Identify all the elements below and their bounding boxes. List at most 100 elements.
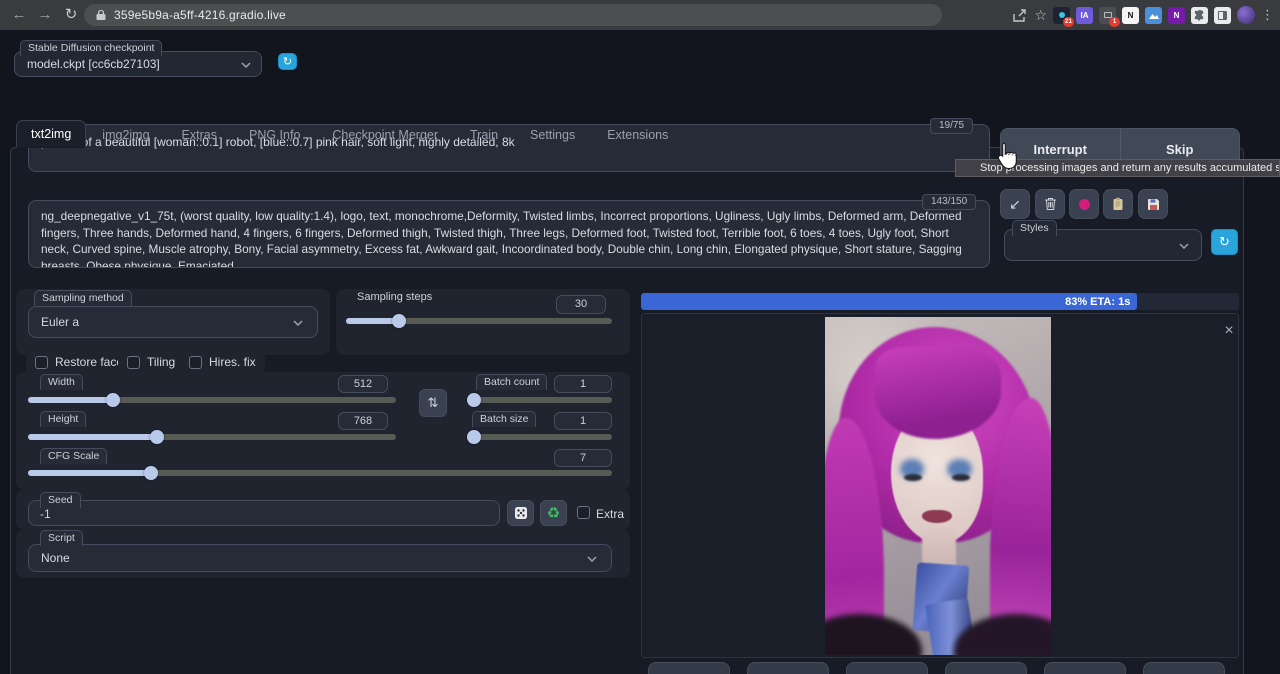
seed-label: Seed	[40, 492, 81, 508]
tab-txt2img[interactable]: txt2img	[16, 120, 86, 148]
slider-thumb[interactable]	[150, 430, 164, 444]
save-style-button[interactable]	[1138, 189, 1168, 219]
tab-train[interactable]: Train	[454, 122, 514, 148]
progress-bar: 83% ETA: 1s	[641, 293, 1239, 310]
script-label: Script	[40, 530, 83, 546]
extension-screenshot-icon[interactable]: 1	[1099, 7, 1116, 24]
extra-seed-checkbox[interactable]	[577, 506, 590, 519]
slider-thumb[interactable]	[106, 393, 120, 407]
batch-count-slider[interactable]	[468, 397, 612, 403]
save-floppy-icon	[1147, 198, 1160, 211]
progress-fill: 83% ETA: 1s	[641, 293, 1137, 310]
extra-networks-button[interactable]	[1069, 189, 1099, 219]
sampling-steps-slider[interactable]	[346, 318, 612, 324]
batch-size-slider[interactable]	[468, 434, 612, 440]
styles-refresh-icon[interactable]: ↻	[1211, 229, 1238, 255]
forward-icon[interactable]: →	[34, 4, 56, 26]
back-icon[interactable]: ←	[8, 4, 30, 26]
negative-prompt-input[interactable]: ng_deepnegative_v1_75t, (worst quality, …	[28, 200, 990, 268]
cfg-scale-label: CFG Scale	[40, 448, 107, 464]
clear-prompt-button[interactable]	[1035, 189, 1065, 219]
tab-checkpoint-merger[interactable]: Checkpoint Merger	[316, 122, 454, 148]
browser-menu-icon[interactable]: ⋮	[1261, 7, 1274, 23]
extension-ia-icon[interactable]: IA	[1076, 7, 1093, 24]
sampling-steps-input[interactable]: 30	[556, 295, 606, 314]
negative-prompt-text: ng_deepnegative_v1_75t, (worst quality, …	[29, 201, 989, 268]
extensions-puzzle-icon[interactable]	[1191, 7, 1208, 24]
close-icon[interactable]: ×	[1220, 322, 1238, 340]
width-label: Width	[40, 374, 83, 390]
screen: ← → ↻ 359e5b9a-a5ff-4216.gradio.live ☆ 2…	[0, 0, 1280, 674]
sampling-method-dropdown[interactable]: Euler a	[28, 306, 318, 338]
tab-extensions[interactable]: Extensions	[591, 122, 684, 148]
extension-badge: 1	[1109, 17, 1120, 27]
address-bar[interactable]: 359e5b9a-a5ff-4216.gradio.live	[84, 4, 942, 26]
extension-image-icon[interactable]	[1145, 7, 1162, 24]
generated-image[interactable]	[825, 317, 1051, 655]
extension-notion-icon[interactable]: N	[1122, 7, 1139, 24]
script-dropdown[interactable]: None	[28, 544, 612, 572]
checkpoint-refresh-icon[interactable]: ↻	[278, 53, 297, 70]
url-text: 359e5b9a-a5ff-4216.gradio.live	[114, 8, 286, 22]
seed-input[interactable]: -1	[28, 500, 500, 526]
tab-settings[interactable]: Settings	[514, 122, 591, 148]
tiling-option[interactable]: Tiling	[118, 350, 184, 374]
tab-png-info[interactable]: PNG Info	[233, 122, 316, 148]
extension-onenote-icon[interactable]: N	[1168, 7, 1185, 24]
slider-thumb[interactable]	[144, 466, 158, 480]
gallery-action-button[interactable]	[648, 662, 730, 674]
paste-params-button[interactable]: ↙	[1000, 189, 1030, 219]
negative-token-counter: 143/150	[922, 194, 976, 210]
height-slider[interactable]	[28, 434, 396, 440]
tab-img2img[interactable]: img2img	[86, 122, 165, 148]
tab-bar: txt2img img2img Extras PNG Info Checkpoi…	[16, 120, 684, 148]
batch-count-input[interactable]: 1	[554, 375, 612, 393]
tiling-checkbox[interactable]	[127, 356, 140, 369]
slider-thumb[interactable]	[467, 393, 481, 407]
script-value: None	[41, 551, 70, 565]
recycle-icon: ♻	[547, 504, 560, 522]
paste-arrow-icon: ↙	[1009, 196, 1021, 213]
cursor-pointer-icon	[995, 141, 1019, 171]
extra-networks-icon	[1079, 199, 1090, 210]
restore-faces-checkbox[interactable]	[35, 356, 48, 369]
sampling-steps-label: Sampling steps	[350, 290, 439, 305]
browser-toolbar: ← → ↻ 359e5b9a-a5ff-4216.gradio.live ☆ 2…	[0, 0, 1280, 30]
batch-size-label: Batch size	[472, 411, 536, 427]
bookmark-star-icon[interactable]: ☆	[1034, 7, 1047, 24]
apply-style-button[interactable]	[1103, 189, 1133, 219]
gallery-action-button[interactable]	[846, 662, 928, 674]
gallery-action-button[interactable]	[945, 662, 1027, 674]
batch-size-input[interactable]: 1	[554, 412, 612, 430]
reuse-seed-button[interactable]: ♻	[540, 500, 567, 526]
gallery-action-button[interactable]	[1044, 662, 1126, 674]
chevron-down-icon	[1179, 243, 1189, 249]
height-input[interactable]: 768	[338, 412, 388, 430]
reload-icon[interactable]: ↻	[60, 4, 82, 26]
share-icon[interactable]	[1012, 8, 1028, 23]
gallery-action-button[interactable]	[747, 662, 829, 674]
height-label: Height	[40, 411, 86, 427]
cfg-scale-slider[interactable]	[28, 470, 612, 476]
cfg-scale-input[interactable]: 7	[554, 449, 612, 467]
width-slider[interactable]	[28, 397, 396, 403]
tab-extras[interactable]: Extras	[166, 122, 233, 148]
progress-label: 83% ETA: 1s	[1065, 296, 1130, 308]
dice-icon	[514, 506, 528, 520]
random-seed-button[interactable]	[507, 500, 534, 526]
styles-label: Styles	[1012, 220, 1057, 236]
width-input[interactable]: 512	[338, 375, 388, 393]
hires-fix-option[interactable]: Hires. fix	[180, 350, 265, 374]
extensions-row: ☆ 21 IA 1 N N ⋮	[1012, 3, 1274, 27]
gallery-action-button[interactable]	[1143, 662, 1225, 674]
sidebar-toggle-icon[interactable]	[1214, 7, 1231, 24]
chevron-down-icon	[293, 320, 303, 326]
hires-fix-checkbox[interactable]	[189, 356, 202, 369]
extension-chart-icon[interactable]: 21	[1053, 7, 1070, 24]
swap-arrows-icon: ⇅	[428, 395, 439, 411]
checkpoint-value: model.ckpt [cc6cb27103]	[27, 57, 160, 71]
slider-thumb[interactable]	[467, 430, 481, 444]
swap-dimensions-button[interactable]: ⇅	[419, 389, 447, 417]
profile-avatar[interactable]	[1237, 6, 1255, 24]
chevron-down-icon	[241, 62, 251, 68]
